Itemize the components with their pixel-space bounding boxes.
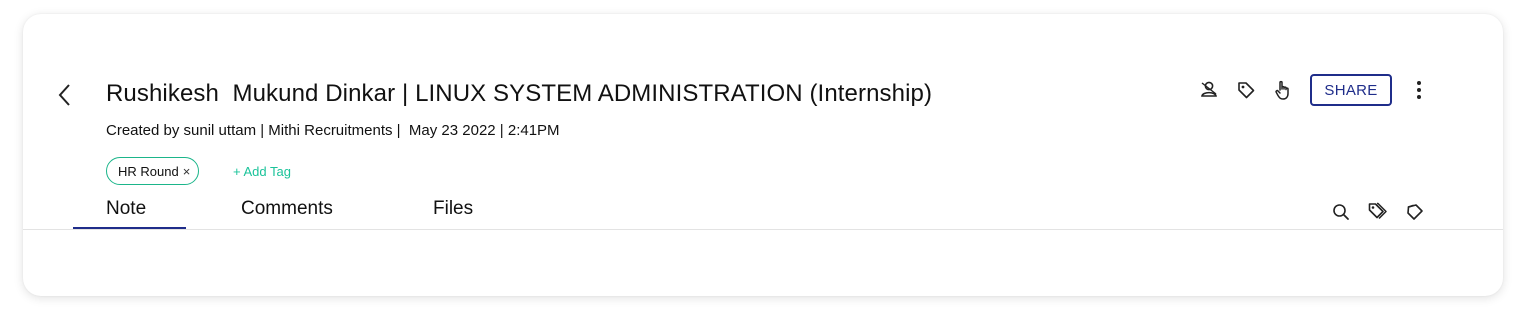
share-button[interactable]: SHARE	[1310, 74, 1392, 106]
tab-bar: Note Comments Files	[73, 194, 1503, 230]
add-tag-link[interactable]: + Add Tag	[233, 164, 291, 179]
unlabel-icon[interactable]	[1404, 201, 1426, 223]
tab-note[interactable]: Note	[106, 198, 146, 220]
page-title: Rushikesh Mukund Dinkar | LINUX SYSTEM A…	[106, 80, 933, 107]
note-meta: Created by sunil uttam | Mithi Recruitme…	[106, 122, 560, 139]
tag-chip: HR Round ×	[106, 157, 200, 185]
hand-pointer-icon[interactable]	[1272, 79, 1294, 101]
more-vertical-icon[interactable]	[1408, 79, 1430, 101]
tag-icon[interactable]	[1235, 79, 1257, 101]
remove-tag-icon[interactable]: ×	[183, 164, 191, 179]
tag-chip-label: HR Round	[118, 163, 179, 179]
search-icon[interactable]	[1330, 201, 1352, 223]
tab-comments[interactable]: Comments	[241, 198, 333, 220]
tab-files[interactable]: Files	[433, 198, 473, 220]
note-card: Rushikesh Mukund Dinkar | LINUX SYSTEM A…	[23, 14, 1503, 296]
tab-divider	[23, 229, 1503, 230]
tags-icon[interactable]	[1367, 200, 1389, 222]
assign-user-icon[interactable]	[1198, 78, 1220, 100]
back-arrow-icon[interactable]	[55, 82, 75, 108]
